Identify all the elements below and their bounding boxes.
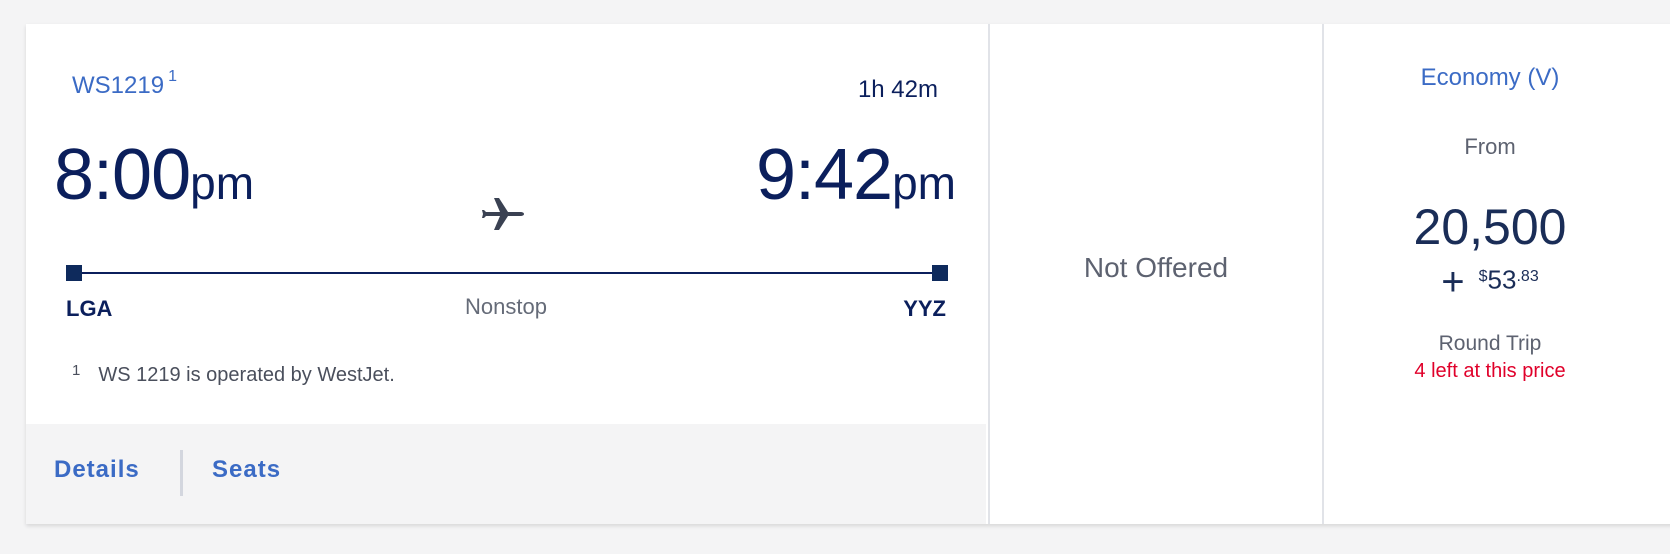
fee-currency: $: [1478, 268, 1488, 285]
fare-class-link[interactable]: Economy (V): [1324, 64, 1656, 92]
route-line: [72, 272, 942, 274]
flight-duration: 1h 42m: [857, 76, 938, 103]
flight-result-card: WS1219 1 1h 42m 8:00pm 9:42pm LGA Nonstop…: [26, 24, 1670, 524]
arrival-time-value: 9:42: [755, 135, 893, 215]
from-label: From: [1464, 134, 1516, 159]
departure-time-value: 8:00: [54, 135, 191, 215]
operator-footnote: 1 WS 1219 is operated by WestJet.: [72, 362, 395, 387]
details-link[interactable]: Details: [54, 456, 140, 484]
flight-number-link[interactable]: WS1219 1: [72, 68, 177, 100]
flight-info-panel: WS1219 1 1h 42m 8:00pm 9:42pm LGA Nonstop…: [26, 24, 986, 524]
trip-type-label: Round Trip: [1438, 332, 1542, 355]
footnote-text: WS 1219 is operated by WestJet.: [98, 364, 395, 386]
departure-time: 8:00pm: [54, 134, 254, 216]
not-offered-label: Not Offered: [1083, 252, 1229, 283]
stops-label: Nonstop: [465, 294, 547, 319]
fee-dollars: 53: [1487, 264, 1517, 295]
seats-link[interactable]: Seats: [212, 456, 281, 484]
fee-amount: + $53.83: [1324, 260, 1656, 307]
airplane-icon: [482, 198, 524, 230]
arrival-time: 9:42pm: [756, 134, 956, 216]
seats-left-warning: 4 left at this price: [1414, 360, 1566, 382]
destination-marker: [932, 265, 948, 281]
basic-fare-cell: Not Offered: [990, 24, 1322, 524]
footnote-number: 1: [72, 362, 81, 379]
origin-marker: [66, 265, 82, 281]
miles-price[interactable]: 20,500: [1324, 198, 1656, 256]
flight-actions-bar: Details Seats: [26, 424, 986, 524]
departure-time-suffix: pm: [190, 157, 255, 209]
fee-cents: .83: [1516, 268, 1539, 285]
actions-divider: [180, 450, 183, 496]
arrival-time-suffix: pm: [892, 157, 956, 209]
flight-number[interactable]: WS1219: [72, 72, 164, 99]
plus-sign: +: [1441, 260, 1465, 304]
flight-footnote-marker: 1: [168, 68, 177, 85]
economy-fare-cell[interactable]: Economy (V) From 20,500 + $53.83 Round Tr…: [1324, 24, 1670, 524]
destination-airport: YYZ: [903, 296, 946, 321]
